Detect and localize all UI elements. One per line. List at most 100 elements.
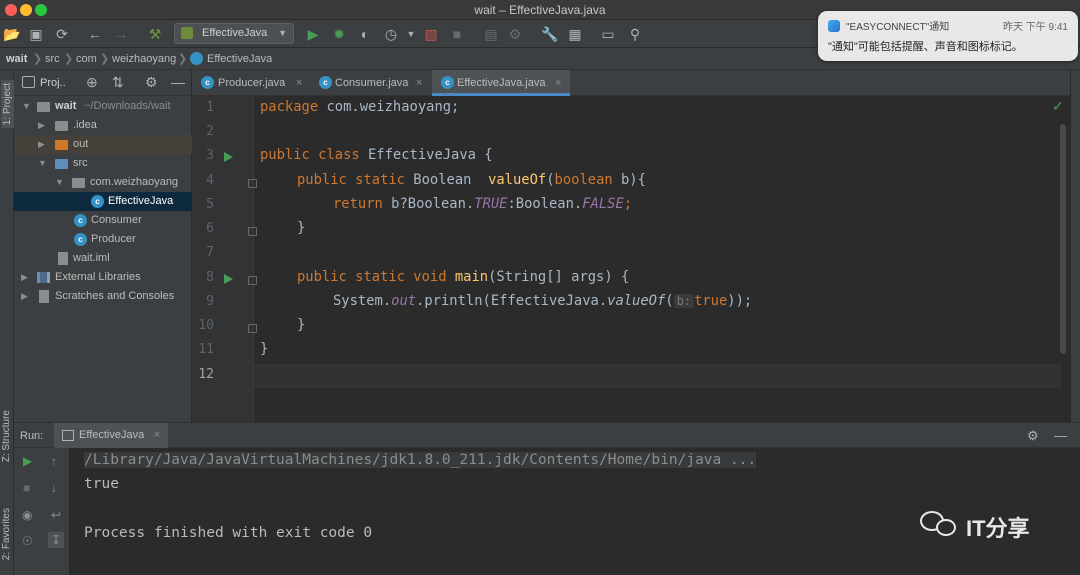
tab-project[interactable]: 1: Project [1, 80, 14, 129]
close-icon[interactable]: × [154, 423, 160, 448]
tree-item-project-root[interactable]: ▼ wait ~/Downloads/wait [14, 97, 192, 116]
profile-icon[interactable]: ◷ [381, 24, 401, 44]
gear-icon[interactable]: ⚙ [1027, 428, 1039, 444]
method-call: valueOf [607, 293, 666, 309]
tab-producer[interactable]: c Producer.java × [192, 70, 310, 96]
tree-label: Scratches and Consoles [55, 290, 175, 302]
line-number: 12 [198, 367, 214, 382]
search-icon[interactable]: ⚲ [625, 24, 645, 44]
tree-item-effectivejava[interactable]: c EffectiveJava [14, 192, 192, 211]
static-field: out [391, 293, 417, 309]
tab-effectivejava[interactable]: c EffectiveJava.java × [432, 70, 570, 96]
debug-icon[interactable]: ✹ [329, 24, 349, 44]
breadcrumb-item-src[interactable]: src [45, 53, 60, 65]
terminal-icon[interactable]: ▭ [598, 24, 618, 44]
close-icon[interactable]: × [555, 70, 561, 96]
gear-icon[interactable]: ⚙ [145, 74, 158, 91]
chevron-right-icon: ▶ [38, 139, 45, 149]
tree-item-external-libraries[interactable]: ▶ External Libraries [14, 268, 192, 287]
fold-icon[interactable] [248, 227, 257, 236]
chevron-down-icon[interactable]: ▼ [401, 24, 421, 44]
vcs-icon[interactable]: ⚙ [505, 24, 525, 44]
code-text: b?Boolean. [382, 196, 475, 212]
code-line-8: public static void main(String[] args) { [297, 269, 629, 285]
tree-label: out [73, 138, 89, 150]
code-line-3: public class EffectiveJava { [260, 147, 493, 163]
tab-consumer[interactable]: c Consumer.java × [310, 70, 430, 96]
rerun-icon[interactable]: ▶ [23, 454, 32, 468]
chevron-down-icon: ▼ [38, 158, 47, 168]
locate-icon[interactable]: ⊕ [86, 74, 98, 91]
breadcrumb-item-com[interactable]: com [76, 53, 97, 65]
code-text: System. [333, 293, 392, 309]
code-text: (String[] args) { [488, 269, 630, 285]
tab-label: EffectiveJava.java [457, 77, 546, 89]
collapse-icon[interactable]: ⇅ [112, 74, 124, 91]
folder-icon [55, 121, 68, 131]
code-text: b){ [612, 172, 646, 188]
java-class-icon: c [201, 76, 214, 89]
chevron-right-icon: ▶ [21, 291, 28, 301]
down-icon[interactable]: ↓ [51, 481, 57, 495]
minimize-icon[interactable]: — [1054, 428, 1067, 443]
tree-item-producer[interactable]: c Producer [14, 230, 192, 249]
minimize-icon[interactable]: — [171, 74, 185, 90]
fold-icon[interactable] [248, 179, 257, 188]
fold-icon[interactable] [248, 324, 257, 333]
coverage-icon[interactable]: ◐ [355, 24, 375, 44]
line-number: 9 [206, 294, 214, 309]
tree-item-consumer[interactable]: c Consumer [14, 211, 192, 230]
stop-icon[interactable]: ■ [447, 24, 467, 44]
code-line-10: } [297, 317, 306, 333]
system-notification[interactable]: "EASYCONNECT"通知 昨天 下午 9:41 "通知"可能包括提醒、声音… [818, 11, 1078, 61]
settings-wrench-icon[interactable]: 🔧 [540, 24, 560, 44]
tree-item-scratches[interactable]: ▶ Scratches and Consoles [14, 287, 192, 306]
breadcrumb-item-package[interactable]: weizhaoyang [112, 53, 176, 65]
breadcrumb-separator: ❯ [33, 53, 43, 65]
breadcrumb-item-class[interactable]: EffectiveJava [207, 53, 272, 65]
keyword: boolean [554, 172, 613, 188]
camera-icon[interactable]: ◉ [22, 508, 32, 522]
run-gutter-icon[interactable] [224, 152, 233, 162]
forward-icon[interactable]: → [111, 24, 131, 44]
tree-item-package[interactable]: ▼ com.weizhaoyang [14, 173, 192, 192]
scroll-to-end-icon[interactable]: ↧ [48, 532, 65, 548]
sync-icon[interactable]: ⟳ [52, 24, 72, 44]
fold-icon[interactable] [248, 276, 257, 285]
code-editor[interactable]: 1 2 3 4 5 6 7 8 9 10 11 12 package com.w… [192, 96, 1080, 422]
project-view-icon [22, 76, 35, 88]
save-icon[interactable]: ▣ [26, 24, 46, 44]
tab-structure[interactable]: Z: Structure [1, 410, 12, 462]
line-number: 3 [206, 148, 214, 163]
breadcrumb-item-project[interactable]: wait [6, 53, 27, 65]
wrap-icon[interactable]: ↩ [51, 508, 61, 522]
tree-item-src[interactable]: ▼ src [14, 154, 192, 173]
pin-icon[interactable]: ☉ [22, 534, 33, 548]
up-icon[interactable]: ↑ [51, 454, 57, 468]
close-icon[interactable]: × [296, 70, 302, 96]
method-name: main [446, 269, 489, 285]
editor-scrollbar[interactable] [1060, 124, 1066, 354]
attach-icon[interactable]: ▧ [421, 24, 441, 44]
code-text: :Boolean. [507, 196, 583, 212]
git-icon[interactable]: ▤ [481, 24, 501, 44]
run-configuration-select[interactable]: EffectiveJava ▼ [174, 23, 294, 44]
run-icon[interactable]: ▶ [303, 24, 323, 44]
build-hammer-icon[interactable]: ⚒ [145, 24, 165, 44]
project-structure-icon[interactable]: ▦ [565, 24, 585, 44]
run-gutter-icon[interactable] [224, 274, 233, 284]
folder-open-icon[interactable]: 📂 [2, 24, 22, 44]
ide-window: wait – EffectiveJava.java 📂 ▣ ⟳ ← → ⚒ Ef… [0, 0, 1080, 575]
tree-item-out[interactable]: ▶ out [14, 135, 192, 154]
tree-item-iml[interactable]: wait.iml [14, 249, 192, 268]
inspection-ok-icon[interactable]: ✓ [1052, 98, 1064, 115]
tree-item-idea[interactable]: ▶ .idea [14, 116, 192, 135]
run-tab-effectivejava[interactable]: EffectiveJava × [54, 423, 169, 448]
stop-icon[interactable]: ■ [23, 481, 30, 495]
tab-favorites[interactable]: 2: Favorites [1, 508, 12, 560]
back-icon[interactable]: ← [85, 24, 105, 44]
close-icon[interactable]: × [416, 70, 422, 96]
project-view-select[interactable]: Proj.. [40, 77, 66, 89]
chevron-down-icon: ▼ [55, 177, 64, 187]
method-name: valueOf [488, 172, 547, 188]
